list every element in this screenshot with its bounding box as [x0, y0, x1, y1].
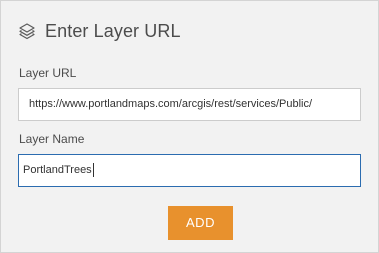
layer-name-input[interactable]: PortlandTrees	[18, 154, 361, 187]
layer-url-value: https://www.portlandmaps.com/arcgis/rest…	[29, 98, 313, 110]
text-cursor	[92, 163, 94, 178]
enter-layer-url-panel: Enter Layer URL Layer URL https://www.po…	[0, 0, 379, 253]
layer-name-label: Layer Name	[19, 132, 85, 146]
add-button[interactable]: ADD	[168, 206, 233, 240]
panel-header: Enter Layer URL	[18, 18, 181, 44]
panel-title: Enter Layer URL	[45, 20, 181, 41]
layer-name-value: PortlandTrees	[23, 164, 92, 176]
layers-icon	[18, 22, 36, 40]
layer-url-label: Layer URL	[19, 66, 77, 80]
layer-url-input[interactable]: https://www.portlandmaps.com/arcgis/rest…	[18, 88, 361, 121]
